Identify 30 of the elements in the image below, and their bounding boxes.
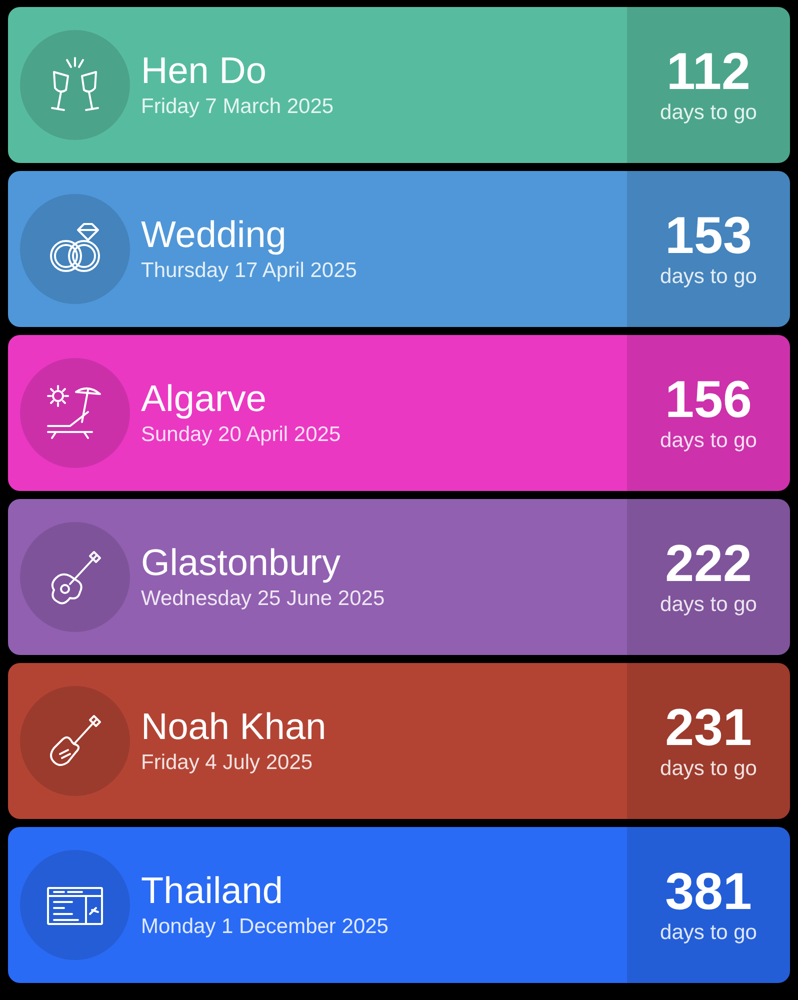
days-count: 112 <box>666 44 750 100</box>
event-title: Thailand <box>141 869 284 913</box>
days-count: 381 <box>665 864 752 920</box>
event-title: Wedding <box>141 213 288 257</box>
days-count: 156 <box>665 372 752 428</box>
event-title: Glastonbury <box>141 541 342 585</box>
days-to-go-label: days to go <box>660 264 757 290</box>
days-to-go-label: days to go <box>660 920 757 946</box>
event-date: Friday 7 March 2025 <box>141 94 334 120</box>
event-title: Hen Do <box>141 49 268 93</box>
event-title: Noah Khan <box>141 705 326 749</box>
event-card[interactable]: Algarve Sunday 20 April 2025 156 days to go <box>8 335 790 491</box>
event-card[interactable]: Hen Do Friday 7 March 2025 112 days to go <box>8 7 790 163</box>
days-to-go-label: days to go <box>660 756 757 782</box>
days-count: 222 <box>665 536 752 592</box>
days-count: 153 <box>665 208 752 264</box>
event-date: Sunday 20 April 2025 <box>141 422 341 448</box>
event-card[interactable]: Glastonbury Wednesday 25 June 2025 222 days to go <box>8 499 790 655</box>
event-date: Friday 4 July 2025 <box>141 750 314 776</box>
days-to-go-label: days to go <box>660 100 757 126</box>
event-card[interactable]: Thailand Monday 1 December 2025 381 days to go <box>8 827 790 983</box>
event-card[interactable]: Wedding Thursday 17 April 2025 153 days to go <box>8 171 790 327</box>
event-date: Thursday 17 April 2025 <box>141 258 357 284</box>
event-card[interactable]: Noah Khan Friday 4 July 2025 231 days to go <box>8 663 790 819</box>
event-date: Monday 1 December 2025 <box>141 914 388 940</box>
days-to-go-label: days to go <box>660 592 757 618</box>
event-date: Wednesday 25 June 2025 <box>141 586 385 612</box>
event-title: Algarve <box>141 377 268 421</box>
days-to-go-label: days to go <box>660 428 757 454</box>
days-count: 231 <box>665 700 752 756</box>
